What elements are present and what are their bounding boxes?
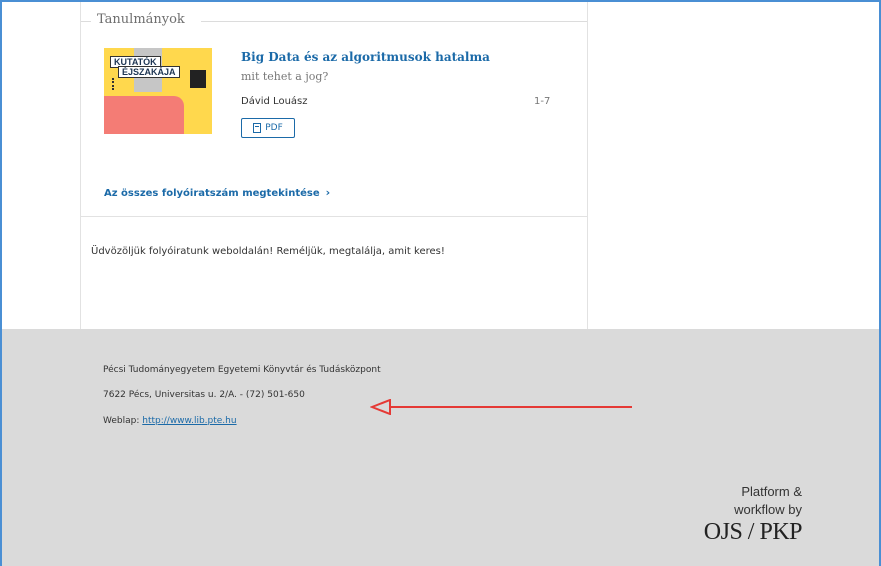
main-content: Tanulmányok KUTATÓK ÉJSZAKÁJA Big Data é… xyxy=(80,2,588,329)
section-header: Tanulmányok xyxy=(81,12,587,32)
cover-dots xyxy=(112,78,118,90)
chevron-right-icon: › xyxy=(325,186,331,199)
pdf-button-label: PDF xyxy=(265,123,283,133)
article-author: Dávid Louász xyxy=(241,96,308,107)
article-pages: 1-7 xyxy=(534,96,551,107)
footer-weblap-label: Weblap: xyxy=(103,416,143,426)
section-rule-left xyxy=(81,21,91,22)
page-footer: Pécsi Tudományegyetem Egyetemi Könyvtár … xyxy=(2,329,879,566)
view-all-issues-link[interactable]: Az összes folyóiratszám megtekintése › xyxy=(104,186,330,199)
issue-cover-image[interactable]: KUTATÓK ÉJSZAKÁJA xyxy=(104,48,212,134)
content-divider xyxy=(81,216,587,217)
footer-address: 7622 Pécs, Universitas u. 2/A. - (72) 50… xyxy=(103,390,305,400)
ojs-badge-line2: workflow by xyxy=(734,502,802,517)
footer-weblap-link[interactable]: http://www.lib.pte.hu xyxy=(142,416,236,426)
cover-badge xyxy=(190,70,206,88)
footer-weblap: Weblap: http://www.lib.pte.hu xyxy=(103,416,237,426)
pdf-galley-button[interactable]: PDF xyxy=(241,118,295,138)
article-subtitle: mit tehet a jog? xyxy=(241,70,329,83)
ojs-pkp-badge[interactable]: Platform & workflow by OJS / PKP xyxy=(682,483,803,545)
ojs-pkp-logo: OJS / PKP xyxy=(703,519,803,545)
article-title-link[interactable]: Big Data és az algoritmusok hatalma xyxy=(241,50,490,64)
section-rule-right xyxy=(201,21,587,22)
footer-institution: Pécsi Tudományegyetem Egyetemi Könyvtár … xyxy=(103,365,381,375)
document-icon xyxy=(253,123,262,133)
cover-shape-pink xyxy=(104,96,184,134)
cover-title-line2: ÉJSZAKÁJA xyxy=(118,66,180,78)
ojs-badge-line1: Platform & xyxy=(741,484,802,499)
section-title: Tanulmányok xyxy=(97,12,185,27)
annotation-arrow-icon xyxy=(370,399,632,415)
welcome-message: Üdvözöljük folyóiratunk weboldalán! Remé… xyxy=(91,246,445,257)
view-all-issues-label: Az összes folyóiratszám megtekintése xyxy=(104,188,320,199)
